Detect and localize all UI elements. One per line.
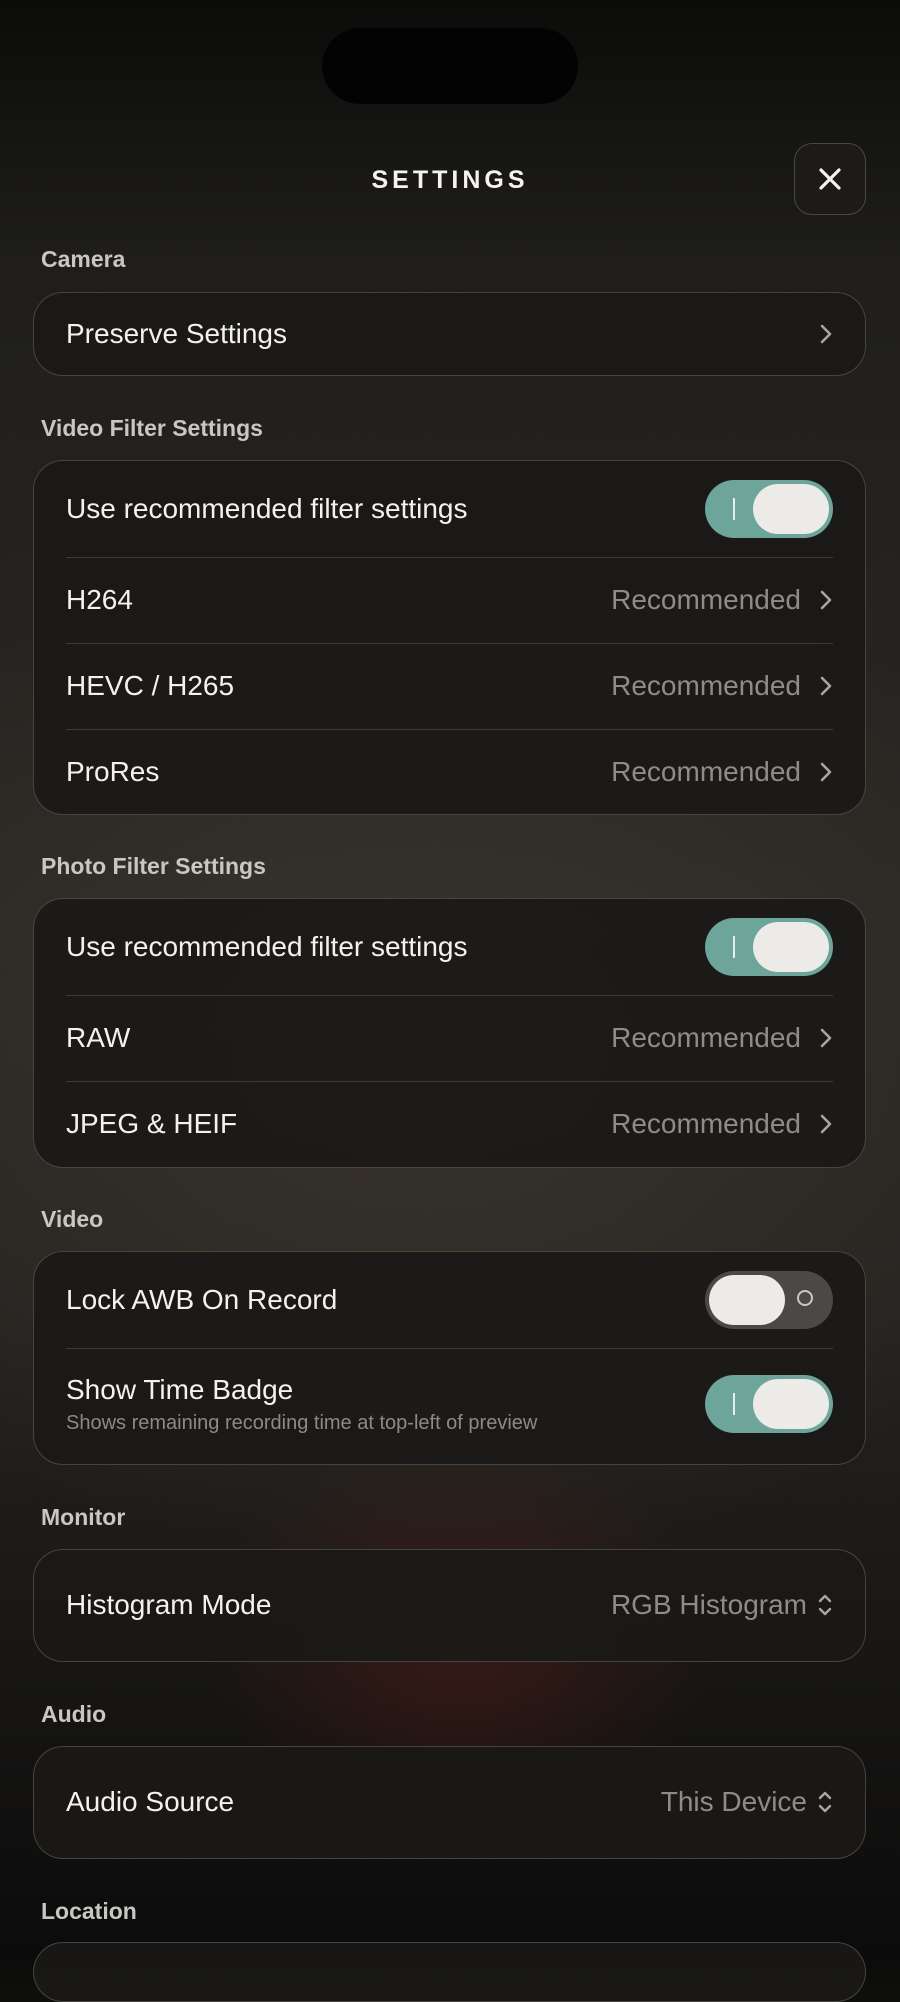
lock-awb-row: Lock AWB On Record <box>34 1252 865 1348</box>
section-label-video-filter: Video Filter Settings <box>41 415 263 441</box>
row-divider <box>66 1081 833 1082</box>
raw-value: Recommended <box>611 1022 801 1053</box>
toggle-knob <box>709 1275 785 1325</box>
section-label-monitor: Monitor <box>41 1504 126 1530</box>
time-badge-toggle[interactable] <box>705 1375 833 1433</box>
chevron-right-icon <box>820 762 832 782</box>
toggle-on-mark <box>733 1393 735 1415</box>
histogram-mode-row[interactable]: Histogram Mode RGB Histogram <box>34 1550 865 1660</box>
hevc-value: Recommended <box>611 670 801 701</box>
hevc-label: HEVC / H265 <box>66 670 235 701</box>
section-label-camera: Camera <box>41 246 126 272</box>
prores-value: Recommended <box>611 756 801 787</box>
raw-row[interactable]: RAW Recommended <box>34 995 865 1081</box>
photo-use-recommended-toggle[interactable] <box>705 918 833 976</box>
toggle-knob <box>753 484 829 534</box>
chevron-up-down-icon <box>818 1791 832 1813</box>
lock-awb-label: Lock AWB On Record <box>66 1284 338 1315</box>
video-use-recommended-row: Use recommended filter settings <box>34 461 865 557</box>
h264-row[interactable]: H264 Recommended <box>34 557 865 643</box>
raw-label: RAW <box>66 1022 131 1053</box>
h264-value: Recommended <box>611 584 801 615</box>
prores-label: ProRes <box>66 756 160 787</box>
monitor-card: Histogram Mode RGB Histogram <box>33 1549 866 1662</box>
audio-card: Audio Source This Device <box>33 1746 866 1859</box>
photo-use-recommended-label: Use recommended filter settings <box>66 931 468 962</box>
row-divider <box>66 995 833 996</box>
lock-awb-toggle[interactable] <box>705 1271 833 1329</box>
row-divider <box>66 1348 833 1349</box>
toggle-on-mark <box>733 936 735 958</box>
prores-row[interactable]: ProRes Recommended <box>34 729 865 815</box>
photo-filter-card: Use recommended filter settings RAW Reco… <box>33 898 866 1168</box>
row-divider <box>66 557 833 558</box>
section-label-location: Location <box>41 1898 137 1924</box>
row-divider <box>66 643 833 644</box>
section-label-video: Video <box>41 1206 104 1232</box>
time-badge-text: Show Time Badge Shows remaining recordin… <box>66 1374 537 1435</box>
video-card: Lock AWB On Record Show Time Badge Shows… <box>33 1251 866 1465</box>
chevron-up-down-icon <box>818 1594 832 1616</box>
video-use-recommended-label: Use recommended filter settings <box>66 493 468 524</box>
audio-source-value: This Device <box>660 1786 807 1817</box>
video-filter-card: Use recommended filter settings H264 Rec… <box>33 460 866 815</box>
toggle-on-mark <box>733 498 735 520</box>
close-button[interactable] <box>794 143 866 215</box>
jpeg-heif-row[interactable]: JPEG & HEIF Recommended <box>34 1081 865 1167</box>
h264-label: H264 <box>66 584 133 615</box>
section-label-photo-filter: Photo Filter Settings <box>41 853 266 879</box>
audio-source-row[interactable]: Audio Source This Device <box>34 1747 865 1857</box>
hevc-row[interactable]: HEVC / H265 Recommended <box>34 643 865 729</box>
histogram-mode-label: Histogram Mode <box>66 1589 272 1620</box>
preserve-settings-label: Preserve Settings <box>66 317 287 349</box>
preserve-settings-row[interactable]: Preserve Settings <box>34 293 865 374</box>
section-label-audio: Audio <box>41 1701 107 1727</box>
audio-source-label: Audio Source <box>66 1786 235 1817</box>
toggle-knob <box>753 1379 829 1429</box>
chevron-right-icon <box>820 324 832 343</box>
time-badge-row: Show Time Badge Shows remaining recordin… <box>34 1348 865 1460</box>
chevron-right-icon <box>820 676 832 696</box>
chevron-right-icon <box>820 1028 832 1048</box>
time-badge-label: Show Time Badge <box>66 1373 294 1405</box>
dynamic-island <box>322 28 578 104</box>
time-badge-description: Shows remaining recording time at top-le… <box>66 1411 538 1434</box>
row-divider <box>66 729 833 730</box>
toggle-off-mark <box>797 1290 813 1306</box>
photo-use-recommended-row: Use recommended filter settings <box>34 899 865 995</box>
location-card <box>33 1942 866 2002</box>
toggle-knob <box>753 922 829 972</box>
camera-card: Preserve Settings <box>33 292 866 376</box>
chevron-right-icon <box>820 590 832 610</box>
chevron-right-icon <box>820 1114 832 1134</box>
histogram-mode-value: RGB Histogram <box>610 1589 807 1620</box>
close-icon <box>819 168 841 190</box>
page-title: SETTINGS <box>371 166 529 194</box>
jpeg-heif-label: JPEG & HEIF <box>66 1108 238 1139</box>
jpeg-heif-value: Recommended <box>611 1108 801 1139</box>
video-use-recommended-toggle[interactable] <box>705 480 833 538</box>
